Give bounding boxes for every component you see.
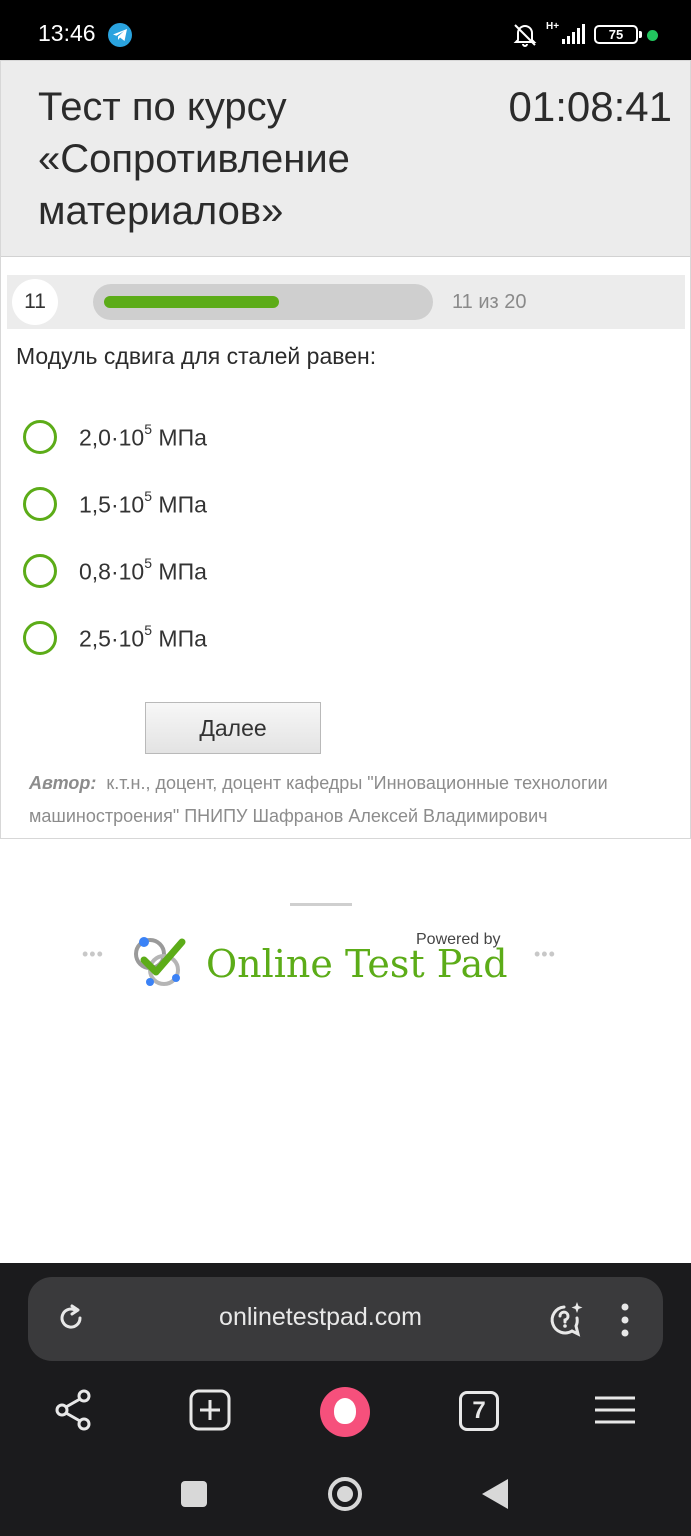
test-title: Тест по курсу «Сопротивление материалов» [38,85,350,233]
progress-row: 11 11 из 20 [7,275,685,329]
more-vertical-icon[interactable] [620,1303,630,1342]
progress-bar-fill [104,296,279,308]
bell-muted-icon [512,22,538,53]
recents-icon[interactable] [181,1481,207,1507]
address-bar[interactable]: onlinetestpad.com [28,1277,663,1361]
status-time: 13:46 [38,20,96,46]
battery-icon: 75 [594,25,642,44]
test-card: Тест по курсу «Сопротивление материалов»… [0,60,691,839]
telegram-icon [108,23,132,47]
dots-left: ••• [82,944,104,964]
test-timer: 01:08:41 [508,83,673,130]
progress-bar [93,284,433,320]
dots-right: ••• [534,944,556,964]
question-text: Модуль сдвига для сталей равен: [16,343,377,369]
answer-label: 2,0·105 МПа [79,421,207,451]
next-button[interactable]: Далее [145,702,321,754]
answer-option-4[interactable]: 2,5·105 МПа [23,617,423,657]
test-header: Тест по курсу «Сопротивление материалов»… [1,61,690,257]
browser-bar: onlinetestpad.com 7 [0,1263,691,1463]
network-type: H+ [546,21,560,32]
signal-icon [562,24,588,49]
menu-icon[interactable] [594,1395,636,1430]
radio-button[interactable] [23,487,57,521]
new-tab-icon[interactable] [189,1389,231,1436]
online-test-pad-name[interactable]: Online Test Pad [206,942,508,986]
author-label: Автор: [29,773,97,793]
radio-button[interactable] [23,554,57,588]
status-bar: 13:46 H+ 75 [0,0,691,62]
alice-assistant-button[interactable] [320,1387,370,1437]
progress-count: 11 из 20 [452,291,527,313]
chat-assistant-icon[interactable] [546,1301,584,1342]
answer-option-3[interactable]: 0,8·105 МПа [23,550,423,590]
question-number-badge: 11 [12,279,58,325]
radio-button[interactable] [23,621,57,655]
system-nav-bar [0,1463,691,1536]
home-icon[interactable] [328,1477,362,1511]
privacy-dot-icon [647,30,658,41]
answer-label: 0,8·105 МПа [79,555,207,585]
radio-button[interactable] [23,420,57,454]
author-text: к.т.н., доцент, доцент кафедры "Инноваци… [29,773,608,826]
url-text[interactable]: onlinetestpad.com [28,1303,613,1332]
author-info: Автор: к.т.н., доцент, доцент кафедры "Ин… [29,767,669,833]
answer-label: 2,5·105 МПа [79,622,207,652]
answer-option-1[interactable]: 2,0·105 МПа [23,416,423,456]
tabs-count-button[interactable]: 7 [459,1391,499,1431]
online-test-pad-logo-icon[interactable] [130,934,192,997]
share-icon[interactable] [54,1389,94,1436]
answer-label: 1,5·105 МПа [79,488,207,518]
back-icon[interactable] [482,1479,508,1509]
answer-option-2[interactable]: 1,5·105 МПа [23,483,423,523]
divider [290,903,352,906]
